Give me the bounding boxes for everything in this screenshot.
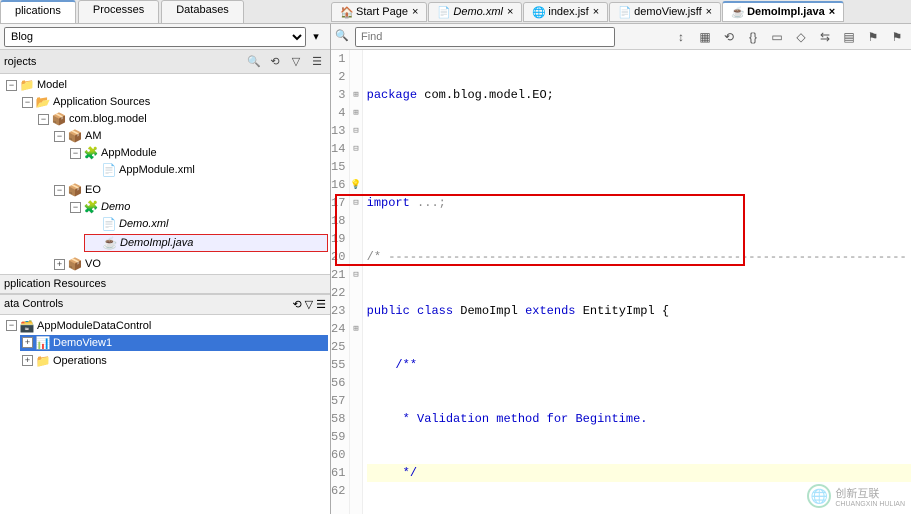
app-menu-dropdown[interactable]: ▾: [306, 30, 326, 43]
fold-toggle[interactable]: ⊞: [350, 320, 361, 338]
line-gutter: 1234 13141516 17181920 21222324 25555657…: [331, 50, 350, 514]
code-editor[interactable]: 1234 13141516 17181920 21222324 25555657…: [331, 50, 911, 514]
dc-root[interactable]: −🗃️AppModuleDataControl: [4, 318, 328, 334]
fold-toggle[interactable]: ⊟: [350, 122, 361, 140]
jsff-icon: 📄: [618, 6, 630, 18]
tab-label: demoView.jsff: [634, 6, 701, 18]
structure-icon[interactable]: ▦: [695, 27, 715, 47]
close-icon[interactable]: ×: [829, 6, 835, 18]
code-content[interactable]: package com.blog.model.EO; import ...; /…: [363, 50, 911, 514]
close-icon[interactable]: ×: [507, 6, 513, 18]
java-icon: ☕: [103, 236, 117, 250]
tree-node-demoimpl-java[interactable]: ☕DemoImpl.java: [84, 234, 328, 252]
close-icon[interactable]: ×: [706, 6, 712, 18]
xml-icon: 📄: [102, 217, 116, 231]
expander-icon[interactable]: −: [70, 148, 81, 159]
filter-icon[interactable]: ▽: [287, 53, 305, 71]
package-icon: 📦: [52, 112, 66, 126]
close-icon[interactable]: ×: [412, 6, 418, 18]
expander-icon[interactable]: −: [22, 97, 33, 108]
entity-icon: 🧩: [84, 200, 98, 214]
tab-label: Demo.xml: [453, 6, 503, 18]
application-resources-header[interactable]: pplication Resources: [0, 274, 330, 294]
expander-icon[interactable]: −: [6, 80, 17, 91]
tab-demo-xml[interactable]: 📄 Demo.xml ×: [428, 2, 522, 22]
package-icon: 📦: [68, 257, 82, 271]
tab-index-jsf[interactable]: 🌐 index.jsf ×: [523, 2, 608, 22]
list-icon[interactable]: ▤: [839, 27, 859, 47]
block-icon[interactable]: ▭: [767, 27, 787, 47]
module-icon: 🧩: [84, 146, 98, 160]
tab-label: Start Page: [356, 6, 408, 18]
view-icon: 📊: [36, 336, 50, 350]
folder-icon: 📂: [36, 95, 50, 109]
fold-toggle[interactable]: ⊞: [350, 86, 361, 104]
dc-operations[interactable]: +📁Operations: [20, 353, 328, 369]
jsf-icon: 🌐: [532, 6, 544, 18]
file-icon: 📄: [102, 163, 116, 177]
project-icon: 📁: [20, 78, 34, 92]
tree-node-model[interactable]: −📁Model: [4, 77, 328, 93]
tab-label: DemoImpl.java: [747, 6, 825, 18]
search-icon[interactable]: 🔍: [335, 29, 351, 45]
expander-icon[interactable]: +: [22, 337, 33, 348]
java-icon: ☕: [731, 6, 743, 18]
projects-label: rojects: [4, 56, 36, 68]
history-icon[interactable]: ⟲: [719, 27, 739, 47]
application-selector[interactable]: Blog: [4, 27, 306, 47]
tab-demoimpl-java[interactable]: ☕ DemoImpl.java ×: [722, 1, 844, 22]
refresh-icon[interactable]: ⟲: [266, 53, 284, 71]
expander-icon[interactable]: +: [54, 259, 65, 270]
tree-node-eo[interactable]: −📦EO: [52, 182, 328, 198]
tree-node-vo[interactable]: +📦VO: [52, 256, 328, 272]
tab-databases[interactable]: Databases: [161, 0, 244, 23]
fold-toggle[interactable]: ⊟: [350, 140, 361, 158]
expander-icon[interactable]: −: [54, 131, 65, 142]
xml-icon: 📄: [437, 6, 449, 18]
tree-node-appmodule[interactable]: −🧩AppModule: [68, 145, 328, 161]
tree-node-app-sources[interactable]: −📂Application Sources: [20, 94, 328, 110]
filter-icon[interactable]: ▽: [305, 298, 313, 311]
package-icon: 📦: [68, 129, 82, 143]
expander-icon[interactable]: −: [70, 202, 81, 213]
expander-icon[interactable]: −: [38, 114, 49, 125]
package-icon: 📦: [68, 183, 82, 197]
tree-node-appmodule-xml[interactable]: 📄AppModule.xml: [84, 162, 328, 178]
nav-icon[interactable]: ↕: [671, 27, 691, 47]
data-control-icon: 🗃️: [20, 319, 34, 333]
data-controls-label: ata Controls: [4, 298, 63, 310]
folder-icon: 📁: [36, 354, 50, 368]
dc-demoview[interactable]: +📊DemoView1: [20, 335, 328, 351]
tree-node-package[interactable]: −📦com.blog.model: [36, 111, 328, 127]
tab-applications[interactable]: plications: [0, 0, 76, 23]
options-icon[interactable]: ☰: [316, 298, 326, 311]
find-input[interactable]: [355, 27, 615, 47]
fold-toggle[interactable]: ⊞: [350, 104, 361, 122]
bookmark-icon[interactable]: ⚑: [863, 27, 883, 47]
tab-start-page[interactable]: 🏠 Start Page ×: [331, 2, 427, 22]
project-tree: −📁Model −📂Application Sources −📦com.blog…: [0, 74, 330, 274]
tree-node-am[interactable]: −📦AM: [52, 128, 328, 144]
fold-toggle[interactable]: ⊟: [350, 266, 361, 284]
expander-icon[interactable]: −: [6, 320, 17, 331]
home-icon: 🏠: [340, 6, 352, 18]
tab-label: index.jsf: [548, 6, 588, 18]
refresh-icon[interactable]: ⟲: [292, 298, 301, 311]
close-icon[interactable]: ×: [593, 6, 599, 18]
expander-icon[interactable]: −: [54, 185, 65, 196]
bookmark-next-icon[interactable]: ⚑: [887, 27, 907, 47]
options-icon[interactable]: ☰: [308, 53, 326, 71]
tree-node-demo[interactable]: −🧩Demo: [68, 199, 328, 215]
braces-icon[interactable]: {}: [743, 27, 763, 47]
fold-gutter: ⊞ ⊞ ⊟ ⊟ 💡 ⊟ ⊟ ⊞: [350, 50, 362, 514]
data-controls-tree: −🗃️AppModuleDataControl +📊DemoView1 +📁Op…: [0, 315, 330, 514]
diamond-icon[interactable]: ◇: [791, 27, 811, 47]
search-icon[interactable]: 🔍: [245, 53, 263, 71]
fold-toggle[interactable]: ⊟: [350, 194, 361, 212]
tab-demoview-jsff[interactable]: 📄 demoView.jsff ×: [609, 2, 721, 22]
expander-icon[interactable]: +: [22, 355, 33, 366]
tree-node-demo-xml[interactable]: 📄Demo.xml: [84, 216, 328, 232]
compare-icon[interactable]: ⇆: [815, 27, 835, 47]
tab-processes[interactable]: Processes: [78, 0, 159, 23]
